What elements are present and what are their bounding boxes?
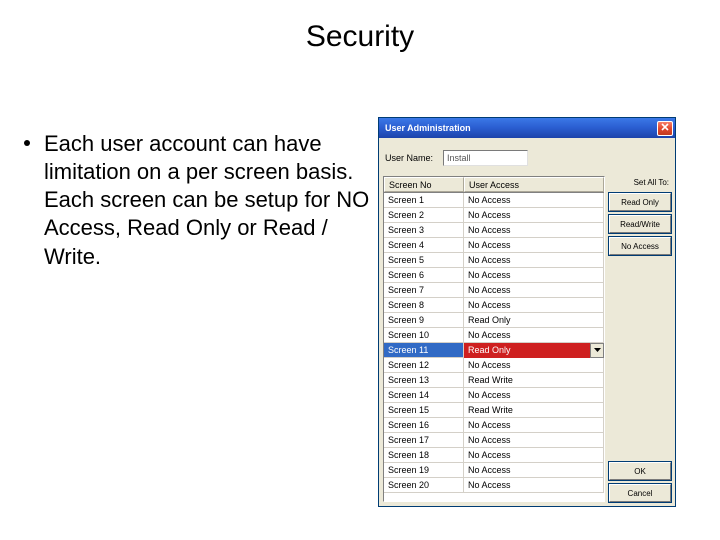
cell-user-access: No Access [464,328,604,342]
set-all-label: Set All To: [609,178,671,189]
cell-screen-no: Screen 14 [384,388,464,402]
read-only-button[interactable]: Read Only [609,193,671,211]
cell-user-access: No Access [464,223,604,237]
bullet-marker [24,140,30,146]
window-body: User Name: Install Screen No User Access… [379,138,675,506]
table-row[interactable]: Screen 8No Access [384,298,604,313]
table-row[interactable]: Screen 5No Access [384,253,604,268]
table-row[interactable]: Screen 12No Access [384,358,604,373]
cell-user-access: Read Only [464,313,604,327]
cell-user-access: No Access [464,253,604,267]
table-row[interactable]: Screen 6No Access [384,268,604,283]
cell-user-access-dropdown[interactable]: Read Only [464,343,604,357]
cell-user-access: No Access [464,478,604,492]
read-write-button[interactable]: Read/Write [609,215,671,233]
table-row[interactable]: Screen 13Read Write [384,373,604,388]
cell-user-access: No Access [464,283,604,297]
cell-screen-no: Screen 9 [384,313,464,327]
chevron-down-icon [594,345,601,355]
cell-screen-no: Screen 1 [384,193,464,207]
col-header-screen-no[interactable]: Screen No [384,177,464,192]
col-header-user-access[interactable]: User Access [464,177,604,192]
slide-bullet: Each user account can have limitation on… [44,130,374,271]
close-icon [661,123,669,133]
cell-user-access: No Access [464,193,604,207]
table-row[interactable]: Screen 17No Access [384,433,604,448]
cell-screen-no: Screen 6 [384,268,464,282]
cell-screen-no: Screen 2 [384,208,464,222]
cell-screen-no: Screen 11 [384,343,464,357]
cell-user-access: No Access [464,358,604,372]
table-row[interactable]: Screen 1No Access [384,193,604,208]
cell-screen-no: Screen 7 [384,283,464,297]
cell-screen-no: Screen 3 [384,223,464,237]
cell-user-access: No Access [464,418,604,432]
cell-screen-no: Screen 10 [384,328,464,342]
close-button[interactable] [657,121,673,136]
cell-user-access: No Access [464,208,604,222]
dropdown-value: Read Only [464,343,590,358]
cell-user-access: No Access [464,463,604,477]
table-row[interactable]: Screen 4No Access [384,238,604,253]
grid-rows: Screen 1No AccessScreen 2No AccessScreen… [384,193,604,501]
right-column: Set All To: Read Only Read/Write No Acce… [609,142,671,502]
access-grid: Screen No User Access Screen 1No AccessS… [383,176,605,502]
no-access-button[interactable]: No Access [609,237,671,255]
slide-title: Security [0,0,720,84]
left-column: User Name: Install Screen No User Access… [383,142,605,502]
cell-screen-no: Screen 20 [384,478,464,492]
table-row[interactable]: Screen 2No Access [384,208,604,223]
table-row[interactable]: Screen 18No Access [384,448,604,463]
table-row[interactable]: Screen 19No Access [384,463,604,478]
grid-header: Screen No User Access [384,177,604,193]
cell-screen-no: Screen 12 [384,358,464,372]
cell-user-access: Read Write [464,403,604,417]
cell-user-access: No Access [464,388,604,402]
cell-screen-no: Screen 18 [384,448,464,462]
titlebar[interactable]: User Administration [379,118,675,138]
user-name-row: User Name: Install [383,142,605,176]
user-admin-window: User Administration User Name: Install S… [378,117,676,507]
cell-screen-no: Screen 8 [384,298,464,312]
cell-screen-no: Screen 15 [384,403,464,417]
ok-button[interactable]: OK [609,462,671,480]
table-row[interactable]: Screen 15Read Write [384,403,604,418]
table-row[interactable]: Screen 9Read Only [384,313,604,328]
cell-user-access: No Access [464,238,604,252]
table-row[interactable]: Screen 14No Access [384,388,604,403]
table-row[interactable]: Screen 3No Access [384,223,604,238]
cell-screen-no: Screen 17 [384,433,464,447]
table-row[interactable]: Screen 11Read Only [384,343,604,358]
cell-screen-no: Screen 13 [384,373,464,387]
cell-screen-no: Screen 19 [384,463,464,477]
table-row[interactable]: Screen 10No Access [384,328,604,343]
table-row[interactable]: Screen 20No Access [384,478,604,493]
cell-user-access: Read Write [464,373,604,387]
cell-screen-no: Screen 5 [384,253,464,267]
table-row[interactable]: Screen 16No Access [384,418,604,433]
cancel-button[interactable]: Cancel [609,484,671,502]
bullet-text: Each user account can have limitation on… [44,131,369,269]
cell-screen-no: Screen 16 [384,418,464,432]
cell-screen-no: Screen 4 [384,238,464,252]
cell-user-access: No Access [464,298,604,312]
dropdown-button[interactable] [590,343,604,358]
cell-user-access: No Access [464,268,604,282]
cell-user-access: No Access [464,448,604,462]
cell-user-access: No Access [464,433,604,447]
window-title: User Administration [385,123,471,133]
table-row[interactable]: Screen 7No Access [384,283,604,298]
user-name-label: User Name: [385,153,433,163]
user-name-input[interactable]: Install [443,150,528,166]
